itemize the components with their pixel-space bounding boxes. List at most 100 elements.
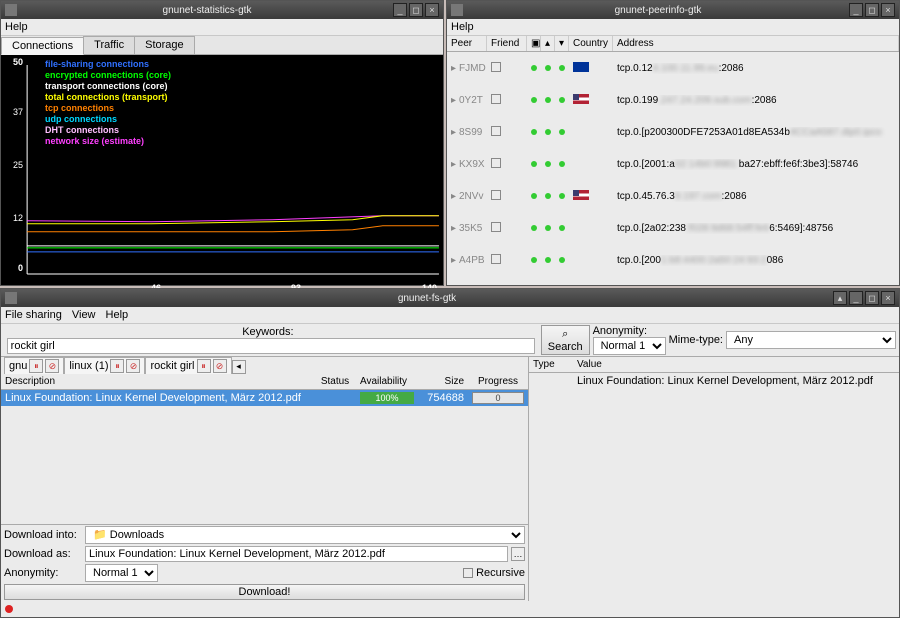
menu-file-sharing[interactable]: File sharing [5, 309, 62, 321]
friend-checkbox[interactable] [491, 94, 501, 104]
download-panel: Download into: 📁 Downloads Download as: … [1, 524, 528, 601]
menu-help[interactable]: Help [5, 21, 28, 33]
expand-icon[interactable]: ▸ [447, 255, 455, 266]
tab-traffic[interactable]: Traffic [83, 36, 135, 54]
legend-item: network size (estimate) [45, 136, 171, 147]
tab-close-icon[interactable]: ⊘ [213, 359, 227, 373]
peer-row[interactable]: ▸8S99tcp.0.[p200300DFE7253A01d8EA534b4CC… [447, 116, 899, 148]
peer-row[interactable]: ▸A4PBtcp.0.[2001:b8:4400:2a50:24:93:2086 [447, 244, 899, 276]
keywords-label: Keywords: [242, 326, 299, 338]
col-value[interactable]: Value [573, 357, 899, 372]
download-button[interactable]: Download! [4, 584, 525, 600]
anonymity-select[interactable]: Normal 1 [593, 337, 666, 355]
tab-stop-icon[interactable]: ⏸ [110, 359, 124, 373]
col-status[interactable]: Status [314, 374, 356, 389]
search-tab[interactable]: gnu⏸⊘ [4, 357, 64, 374]
minimize-icon[interactable]: _ [849, 291, 863, 305]
peer-row[interactable]: ▸FJMDtcp.0.124.100.11.99.eu:2086 [447, 52, 899, 84]
search-tab[interactable]: rockit girl⏸⊘ [145, 357, 231, 374]
expand-icon[interactable]: ▸ [447, 223, 455, 234]
col-box-icon[interactable]: ▣ [527, 36, 541, 51]
minimize-icon[interactable]: _ [393, 3, 407, 17]
dl-into-select[interactable]: 📁 Downloads [85, 526, 525, 544]
status-indicator [5, 605, 13, 613]
dl-as-input[interactable] [85, 546, 508, 562]
fs-menubar: File sharing View Help [1, 307, 899, 324]
stats-titlebar[interactable]: gnunet-statistics-gtk _ ◻ × [1, 1, 443, 19]
col-up-icon[interactable]: ▴ [541, 36, 555, 51]
legend-item: DHT connections [45, 125, 171, 136]
col-friend[interactable]: Friend [487, 36, 527, 51]
stats-tabs: Connections Traffic Storage [1, 36, 443, 55]
col-availability[interactable]: Availability [356, 374, 418, 389]
chart-legend: file-sharing connectionsencrypted connec… [45, 59, 171, 147]
col-type[interactable]: Type [529, 357, 573, 372]
friend-checkbox[interactable] [491, 254, 501, 264]
search-tab[interactable]: linux (1)⏸⊘ [64, 357, 145, 374]
maximize-icon[interactable]: ◻ [409, 3, 423, 17]
friend-checkbox[interactable] [491, 62, 501, 72]
connections-chart: file-sharing connectionsencrypted connec… [1, 55, 443, 285]
flag-icon [573, 190, 589, 200]
maximize-icon[interactable]: ◻ [865, 3, 879, 17]
tab-connections[interactable]: Connections [1, 37, 84, 55]
mime-select[interactable]: Any [726, 331, 896, 349]
anonymity-label: Anonymity: [593, 325, 666, 337]
search-icon: ⌕ [562, 328, 568, 340]
dl-anon-select[interactable]: Normal 1 [85, 564, 158, 582]
app-icon [5, 4, 17, 16]
friend-checkbox[interactable] [491, 126, 501, 136]
result-row[interactable]: Linux Foundation: Linux Kernel Developme… [1, 390, 528, 406]
peer-table-header: Peer Friend ▣ ▴ ▾ Country Address [447, 36, 899, 52]
expand-icon[interactable]: ▸ [447, 63, 455, 74]
friend-checkbox[interactable] [491, 158, 501, 168]
meta-row[interactable]: Linux Foundation: Linux Kernel Developme… [529, 373, 899, 389]
tab-storage[interactable]: Storage [134, 36, 195, 54]
menu-help[interactable]: Help [451, 21, 474, 33]
fs-titlebar[interactable]: gnunet-fs-gtk ▴ _ ◻ × [1, 289, 899, 307]
menu-help[interactable]: Help [106, 309, 129, 321]
tab-scroll-left[interactable]: ◂ [232, 360, 246, 374]
shade-icon[interactable]: ▴ [833, 291, 847, 305]
recursive-checkbox[interactable] [463, 568, 473, 578]
peer-row[interactable]: ▸KX9Xtcp.0.[2001:a02:14b0:9981:ba27:ebff… [447, 148, 899, 180]
expand-icon[interactable]: ▸ [447, 127, 455, 138]
friend-checkbox[interactable] [491, 190, 501, 200]
search-tabs: gnu⏸⊘linux (1)⏸⊘rockit girl⏸⊘◂ [4, 357, 246, 374]
peer-table-body: ▸FJMDtcp.0.124.100.11.99.eu:2086▸0Y2Ttcp… [447, 52, 899, 285]
legend-item: transport connections (core) [45, 81, 171, 92]
col-progress[interactable]: Progress [468, 374, 528, 389]
tab-stop-icon[interactable]: ⏸ [197, 359, 211, 373]
expand-icon[interactable]: ▸ [447, 95, 455, 106]
col-description[interactable]: Description [1, 374, 314, 389]
friend-checkbox[interactable] [491, 222, 501, 232]
close-icon[interactable]: × [881, 3, 895, 17]
fs-body: Keywords: ⌕Search Anonymity: Normal 1 Mi… [1, 324, 899, 617]
minimize-icon[interactable]: _ [849, 3, 863, 17]
metadata-pane: Type Value Linux Foundation: Linux Kerne… [529, 357, 899, 601]
tab-close-icon[interactable]: ⊘ [126, 359, 140, 373]
col-address[interactable]: Address [613, 36, 899, 51]
menu-view[interactable]: View [72, 309, 96, 321]
peer-row[interactable]: ▸2NVvtcp.0.45.76.39.197.com:2086 [447, 180, 899, 212]
maximize-icon[interactable]: ◻ [865, 291, 879, 305]
close-icon[interactable]: × [881, 291, 895, 305]
tab-stop-icon[interactable]: ⏸ [29, 359, 43, 373]
tab-close-icon[interactable]: ⊘ [45, 359, 59, 373]
dl-as-label: Download as: [4, 548, 82, 560]
col-size[interactable]: Size [418, 374, 468, 389]
expand-icon[interactable]: ▸ [447, 159, 455, 170]
peer-titlebar[interactable]: gnunet-peerinfo-gtk _ ◻ × [447, 1, 899, 19]
browse-button[interactable]: … [511, 547, 525, 561]
fs-title: gnunet-fs-gtk [23, 293, 831, 304]
col-peer[interactable]: Peer [447, 36, 487, 51]
expand-icon[interactable]: ▸ [447, 191, 455, 202]
peer-row[interactable]: ▸0Y2Ttcp.0.199.247.24.209.sub.com:2086 [447, 84, 899, 116]
peer-row[interactable]: ▸35K5tcp.0.[2a02:238:f028:9d68:54ff:fe66… [447, 212, 899, 244]
col-country[interactable]: Country [569, 36, 613, 51]
legend-item: encrypted connections (core) [45, 70, 171, 81]
close-icon[interactable]: × [425, 3, 439, 17]
col-down-icon[interactable]: ▾ [555, 36, 569, 51]
keywords-input[interactable] [7, 338, 535, 354]
search-button[interactable]: ⌕Search [541, 325, 590, 355]
